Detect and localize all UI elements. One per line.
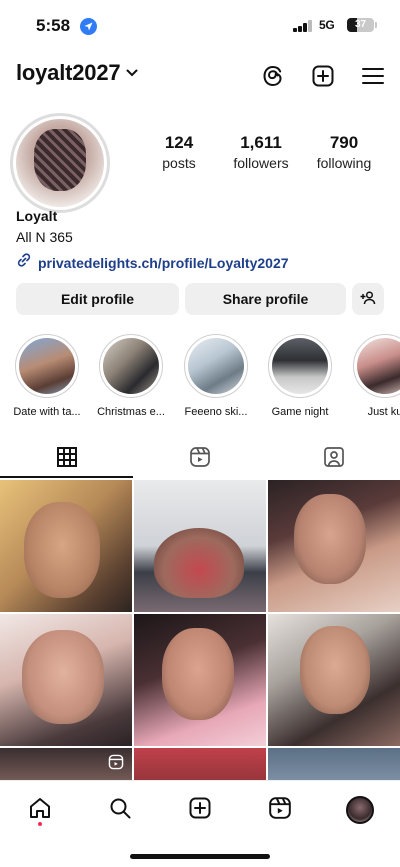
chevron-down-icon xyxy=(126,64,138,82)
account-switcher[interactable]: loyalt2027 xyxy=(16,60,138,86)
post-thumbnail[interactable] xyxy=(134,614,266,746)
threads-icon[interactable] xyxy=(259,62,287,90)
search-icon xyxy=(108,796,132,825)
tab-grid[interactable] xyxy=(0,440,133,478)
highlight-label: Date with ta... xyxy=(13,406,81,418)
create-plus-icon[interactable] xyxy=(309,62,337,90)
highlight-cover xyxy=(357,338,400,394)
home-icon xyxy=(28,796,52,825)
stat-following[interactable]: 790 following xyxy=(299,133,389,171)
reel-badge-icon xyxy=(108,754,124,775)
stat-posts[interactable]: 124 posts xyxy=(134,133,224,171)
highlight-label: Just ku xyxy=(367,406,400,418)
post-subject xyxy=(154,528,244,598)
post-thumbnail[interactable] xyxy=(0,748,132,780)
cellular-signal-icon xyxy=(293,20,313,32)
post-subject xyxy=(22,630,104,724)
bio-link[interactable]: privatedelights.ch/profile/Loyalty2027 xyxy=(16,252,289,273)
highlight-item[interactable]: Christmas e... xyxy=(96,334,166,418)
tagged-icon xyxy=(323,446,345,473)
highlight-cover-ring xyxy=(184,334,248,398)
highlight-cover xyxy=(272,338,328,394)
post-subject xyxy=(300,626,370,714)
link-icon xyxy=(16,252,32,273)
content-tabs xyxy=(0,440,400,478)
tab-tagged[interactable] xyxy=(267,440,400,478)
highlight-item[interactable]: Game night xyxy=(265,334,335,418)
highlight-cover-ring xyxy=(353,334,400,398)
post-thumbnail[interactable] xyxy=(268,748,400,780)
network-type: 5G xyxy=(319,18,335,32)
nav-search[interactable] xyxy=(105,795,135,825)
profile-avatar[interactable] xyxy=(10,113,110,213)
post-thumbnail[interactable] xyxy=(0,480,132,612)
highlight-item[interactable]: Feeeno ski... xyxy=(181,334,251,418)
highlight-cover-ring xyxy=(268,334,332,398)
stat-posts-value: 124 xyxy=(164,133,194,152)
battery-icon: 37 xyxy=(347,18,374,32)
highlight-label: Christmas e... xyxy=(97,406,165,418)
tab-reels[interactable] xyxy=(133,440,266,478)
highlight-cover xyxy=(188,338,244,394)
post-subject xyxy=(162,628,234,720)
highlight-cover xyxy=(103,338,159,394)
home-notification-dot xyxy=(38,822,42,826)
avatar-figure xyxy=(34,129,86,191)
battery-tip xyxy=(375,22,377,28)
tab-active-indicator xyxy=(0,476,133,478)
post-subject xyxy=(294,494,366,584)
stat-following-value: 790 xyxy=(329,133,359,152)
share-profile-button[interactable]: Share profile xyxy=(185,283,346,315)
post-thumbnail[interactable] xyxy=(0,614,132,746)
highlight-cover-ring xyxy=(99,334,163,398)
nav-reels[interactable] xyxy=(265,795,295,825)
home-indicator xyxy=(130,854,270,859)
post-thumbnail[interactable] xyxy=(134,480,266,612)
edit-profile-button[interactable]: Edit profile xyxy=(16,283,179,315)
post-thumbnail[interactable] xyxy=(134,748,266,780)
profile-avatar-icon xyxy=(346,796,374,824)
highlight-item[interactable]: Date with ta... xyxy=(12,334,82,418)
grid-icon xyxy=(56,446,78,473)
stat-followers-label: followers xyxy=(233,155,289,171)
post-thumbnail[interactable] xyxy=(268,614,400,746)
location-arrow-icon xyxy=(80,18,97,35)
stat-followers[interactable]: 1,611 followers xyxy=(216,133,306,171)
highlight-cover-ring xyxy=(15,334,79,398)
highlight-label: Feeeno ski... xyxy=(184,406,248,418)
status-bar: 5:58 5G 37 xyxy=(0,0,400,50)
post-thumbnail[interactable] xyxy=(268,480,400,612)
post-subject xyxy=(24,502,100,598)
nav-profile[interactable] xyxy=(345,795,375,825)
highlight-item[interactable]: Just ku xyxy=(350,334,400,418)
reels-icon xyxy=(268,796,292,825)
profile-header: loyalt2027 xyxy=(0,56,400,96)
username: loyalt2027 xyxy=(16,60,121,85)
posts-grid xyxy=(0,480,400,780)
bio: All N 365 xyxy=(16,229,73,245)
stat-following-label: following xyxy=(316,155,372,171)
highlight-label: Game night xyxy=(271,406,329,418)
status-time: 5:58 xyxy=(36,16,71,35)
nav-create[interactable] xyxy=(185,795,215,825)
reels-icon xyxy=(189,446,211,473)
discover-people-button[interactable] xyxy=(352,283,384,315)
create-icon xyxy=(188,796,212,825)
nav-home[interactable] xyxy=(25,795,55,825)
stat-followers-value: 1,611 xyxy=(240,133,282,152)
menu-icon[interactable] xyxy=(359,62,387,90)
stat-posts-label: posts xyxy=(162,155,196,171)
profile-photo xyxy=(13,116,107,210)
bio-link-text: privatedelights.ch/profile/Loyalty2027 xyxy=(38,254,289,271)
display-name: Loyalt xyxy=(16,208,58,224)
highlight-cover xyxy=(19,338,75,394)
add-person-icon xyxy=(360,290,376,309)
battery-percent: 37 xyxy=(354,19,367,30)
